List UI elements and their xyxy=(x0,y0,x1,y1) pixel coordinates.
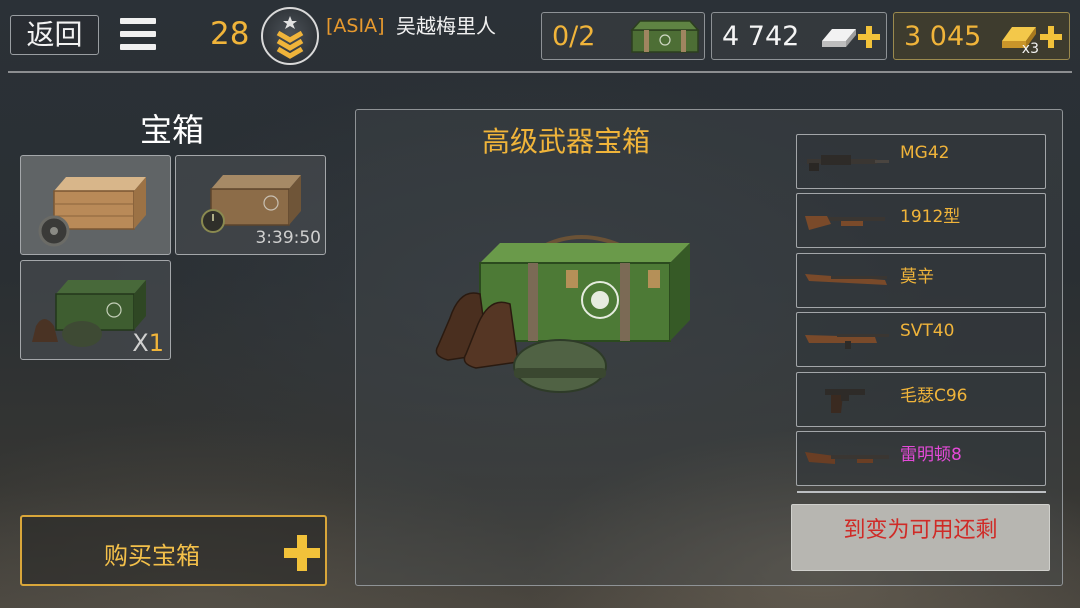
weapon-name: 雷明顿8 xyxy=(900,445,962,465)
menu-icon[interactable] xyxy=(118,17,158,53)
machine-gun-icon xyxy=(807,155,889,171)
rifle-icon xyxy=(805,274,887,285)
chest-counter-value: 0/2 xyxy=(552,21,596,52)
green-chest-icon xyxy=(630,20,700,53)
buy-chest-button[interactable]: 购买宝箱 xyxy=(20,515,327,586)
pistol-icon xyxy=(825,389,865,413)
chest-counter[interactable]: 0/2 xyxy=(541,12,705,60)
rank-badge-icon[interactable] xyxy=(261,7,319,65)
chest-slot-3[interactable]: X1 xyxy=(20,260,171,360)
chest-timer: 3:39:50 xyxy=(255,228,321,248)
weapon-row-1912[interactable]: 1912型 xyxy=(796,193,1046,248)
weapon-name: 1912型 xyxy=(900,207,961,227)
buy-chest-label: 购买宝箱 xyxy=(104,542,200,570)
chest-title: 高级武器宝箱 xyxy=(482,125,651,158)
rifle-icon xyxy=(805,334,889,349)
weapon-name: 莫辛 xyxy=(900,267,934,287)
silver-value: 4 742 xyxy=(722,21,800,52)
weapon-row-mg42[interactable]: MG42 xyxy=(796,134,1046,189)
weapon-row-mosin[interactable]: 莫辛 xyxy=(796,253,1046,308)
add-gold-icon[interactable] xyxy=(1040,26,1062,48)
weapon-name: 毛瑟C96 xyxy=(900,386,968,406)
add-silver-icon[interactable] xyxy=(858,26,880,48)
player-level: 28 xyxy=(210,16,250,52)
player-region-tag: [ASIA] xyxy=(326,15,385,37)
silver-currency[interactable]: 4 742 xyxy=(711,12,887,60)
gold-currency[interactable]: 3 045 x3 xyxy=(893,12,1070,60)
rifle-icon xyxy=(805,452,889,464)
unlock-timer-button[interactable]: 到变为可用还剩 xyxy=(791,504,1050,571)
weapon-list-scroll-edge xyxy=(797,491,1046,493)
chest-count: X1 xyxy=(132,329,164,357)
silver-bar-icon xyxy=(822,29,856,47)
player-name: 吴越梅里人 xyxy=(396,14,496,38)
unlock-timer-label: 到变为可用还剩 xyxy=(843,518,998,543)
weapon-row-c96[interactable]: 毛瑟C96 xyxy=(796,372,1046,427)
weapon-name: SVT40 xyxy=(900,321,955,341)
wooden-chest-icon xyxy=(38,177,146,247)
weapon-row-svt40[interactable]: SVT40 xyxy=(796,312,1046,367)
weapon-name: MG42 xyxy=(900,143,950,163)
chests-title: 宝箱 xyxy=(140,111,205,149)
gold-multiplier: x3 xyxy=(1021,41,1039,57)
plus-icon xyxy=(284,535,320,571)
header-divider xyxy=(8,71,1072,73)
gold-value: 3 045 xyxy=(904,21,982,52)
weapon-row-remington8[interactable]: 雷明顿8 xyxy=(796,431,1046,486)
shotgun-icon xyxy=(805,216,885,230)
premium-weapon-chest-image xyxy=(435,235,690,393)
chest-slot-2[interactable]: 3:39:50 xyxy=(175,155,326,255)
back-button[interactable]: 返回 xyxy=(10,15,99,55)
chest-slot-1[interactable] xyxy=(20,155,171,255)
